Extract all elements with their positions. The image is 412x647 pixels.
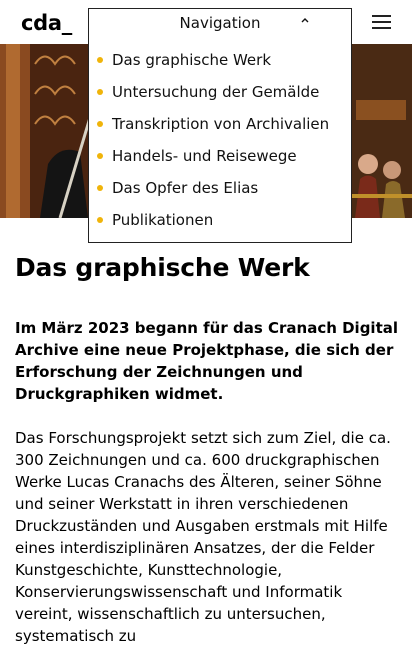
bullet-icon [97, 185, 103, 191]
navigation-title: Navigation [179, 14, 261, 32]
bullet-icon [97, 89, 103, 95]
main-content: Das graphische Werk Im März 2023 begann … [15, 250, 400, 645]
page-title: Das graphische Werk [15, 253, 310, 282]
chevron-up-icon[interactable] [300, 15, 310, 25]
bullet-icon [97, 153, 103, 159]
bullet-icon [97, 121, 103, 127]
navigation-toggle[interactable]: Navigation [89, 9, 351, 39]
hamburger-menu-icon[interactable] [372, 15, 391, 29]
nav-item-untersuchung-der-gemaelde[interactable]: Untersuchung der Gemälde [89, 81, 329, 113]
navigation-list: Das graphische Werk Untersuchung der Gem… [89, 49, 329, 241]
nav-item-handels-und-reisewege[interactable]: Handels- und Reisewege [89, 145, 329, 177]
nav-item-publikationen[interactable]: Publikationen [89, 209, 329, 241]
nav-item-das-graphische-werk[interactable]: Das graphische Werk [89, 49, 329, 81]
navigation-dropdown: Navigation Das graphische Werk Untersuch… [88, 8, 352, 243]
body-paragraph: Das Forschungsprojekt setzt sich zum Zie… [15, 429, 391, 645]
lead-paragraph: Im März 2023 begann für das Cranach Digi… [15, 319, 399, 403]
nav-item-das-opfer-des-elias[interactable]: Das Opfer des Elias [89, 177, 329, 209]
bullet-icon [97, 57, 103, 63]
site-logo[interactable]: cda_ [21, 11, 72, 35]
nav-item-transkription-von-archivalien[interactable]: Transkription von Archivalien [89, 113, 329, 145]
bullet-icon [97, 217, 103, 223]
